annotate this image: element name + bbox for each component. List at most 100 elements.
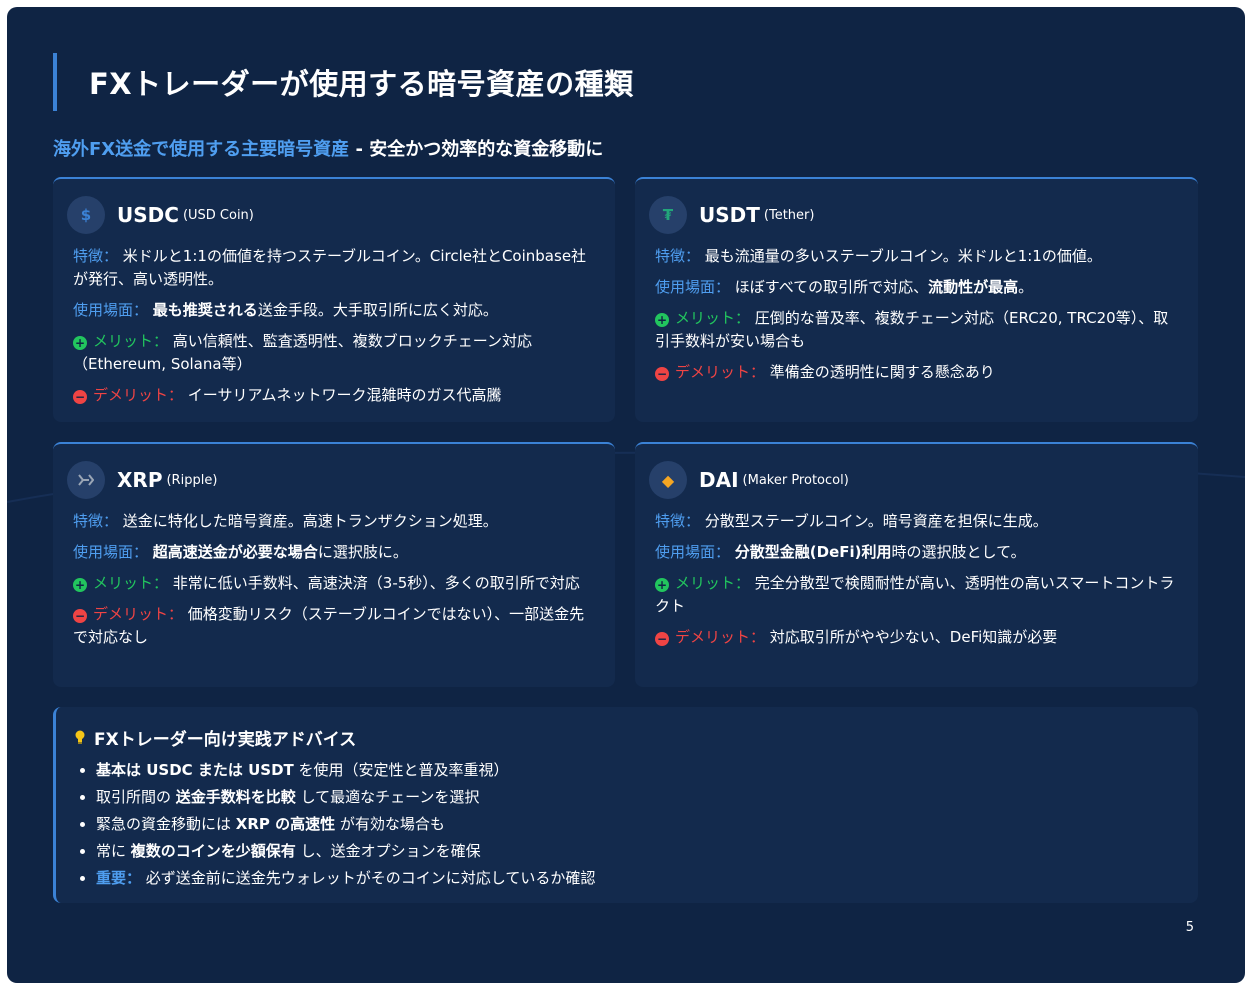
usage-bold: 超高速送金が必要な場合	[152, 543, 318, 561]
advice-box: FXトレーダー向け実践アドバイス 基本は USDC または USDT を使用（安…	[53, 707, 1198, 903]
coin-name: USDC	[117, 203, 179, 227]
feature-label: 特徴：	[655, 512, 701, 530]
advice-item: 取引所間の 送金手数料を比較 して最適なチェーンを選択	[96, 784, 1178, 811]
usage-text: ほぼすべての取引所で対応、	[734, 278, 929, 296]
feature-text: 最も流通量の多いステーブルコイン。米ドルと1:1の価値。	[704, 247, 1102, 265]
demerit-label: デメリット：	[93, 386, 184, 404]
card-header: $ USDC (USD Coin)	[67, 195, 595, 235]
advice-item-text: 取引所間の	[96, 788, 176, 806]
merit-text: 非常に低い手数料、高速決済（3-5秒）、多くの取引所で対応	[172, 574, 580, 592]
usage-row: 使用場面： ほぼすべての取引所で対応、流動性が最高。	[655, 276, 1178, 299]
minus-circle-icon: −	[73, 390, 87, 404]
advice-item: 常に 複数のコインを少額保有 し、送金オプションを確保	[96, 838, 1178, 865]
feature-row: 特徴： 米ドルと1:1の価値を持つステーブルコイン。Circle社とCoinba…	[73, 245, 595, 291]
feature-text: 分散型ステーブルコイン。暗号資産を担保に生成。	[704, 512, 1048, 530]
card-usdc: $ USDC (USD Coin) 特徴： 米ドルと1:1の価値を持つステーブル…	[53, 177, 615, 422]
advice-item-text: して最適なチェーンを選択	[295, 788, 480, 806]
subtitle-accent: 海外FX送金で使用する主要暗号資産	[53, 139, 350, 160]
subtitle-rest: - 安全かつ効率的な資金移動に	[349, 139, 604, 160]
advice-item-bold: 複数のコインを少額保有	[130, 842, 296, 860]
minus-circle-icon: −	[73, 609, 87, 623]
advice-list: 基本は USDC または USDT を使用（安定性と普及率重視） 取引所間の 送…	[74, 757, 1178, 892]
merit-row: + メリット： 高い信頼性、監査透明性、複数ブロックチェーン対応（Ethereum…	[73, 330, 595, 376]
card-xrp: XRP (Ripple) 特徴： 送金に特化した暗号資産。高速トランザクション処…	[53, 442, 615, 687]
demerit-label: デメリット：	[675, 363, 766, 381]
advice-item-important: 重要： 必ず送金前に送金先ウォレットがそのコインに対応しているか確認	[96, 865, 1178, 892]
feature-label: 特徴：	[73, 247, 119, 265]
merit-row: + メリット： 圧倒的な普及率、複数チェーン対応（ERC20, TRC20等）、取…	[655, 307, 1178, 353]
advice-item-bold: 送金手数料を比較	[175, 788, 296, 806]
coin-subname: (USD Coin)	[182, 207, 254, 223]
demerit-text: 対応取引所がやや少ない、DeFi知識が必要	[769, 628, 1058, 646]
card-header: ◆ DAI (Maker Protocol)	[649, 460, 1178, 500]
merit-label: メリット：	[93, 332, 169, 350]
minus-circle-icon: −	[655, 632, 669, 646]
feature-text: 米ドルと1:1の価値を持つステーブルコイン。Circle社とCoinbase社が…	[73, 247, 587, 288]
usage-label: 使用場面：	[655, 543, 731, 561]
usage-row: 使用場面： 超高速送金が必要な場合に選択肢に。	[73, 541, 595, 564]
card-header: XRP (Ripple)	[67, 460, 595, 500]
card-usdt: ₮ USDT (Tether) 特徴： 最も流通量の多いステーブルコイン。米ドル…	[635, 177, 1198, 422]
usage-bold: 分散型金融(DeFi)利用	[734, 543, 892, 561]
minus-circle-icon: −	[655, 367, 669, 381]
advice-title: FXトレーダー向け実践アドバイス	[94, 729, 357, 750]
advice-item-bold: 基本は USDC または USDT	[96, 761, 294, 779]
advice-item-text: を使用（安定性と普及率重視）	[293, 761, 509, 779]
demerit-label: デメリット：	[675, 628, 766, 646]
feature-row: 特徴： 送金に特化した暗号資産。高速トランザクション処理。	[73, 510, 595, 533]
feature-row: 特徴： 最も流通量の多いステーブルコイン。米ドルと1:1の価値。	[655, 245, 1178, 268]
coin-name: DAI	[699, 468, 739, 492]
card-header: ₮ USDT (Tether)	[649, 195, 1178, 235]
merit-row: + メリット： 非常に低い手数料、高速決済（3-5秒）、多くの取引所で対応	[73, 572, 595, 595]
usage-label: 使用場面：	[73, 543, 149, 561]
feature-label: 特徴：	[655, 247, 701, 265]
feature-label: 特徴：	[73, 512, 119, 530]
xrp-icon	[67, 461, 105, 499]
coin-subname: (Tether)	[763, 207, 815, 223]
demerit-label: デメリット：	[93, 605, 184, 623]
usage-text: 送金手段。大手取引所に広く対応。	[257, 301, 498, 319]
advice-item-text: 必ず送金前に送金先ウォレットがそのコインに対応しているか確認	[141, 869, 596, 887]
diamond-icon: ◆	[649, 461, 687, 499]
page-number: 5	[1185, 920, 1194, 935]
usage-label: 使用場面：	[655, 278, 731, 296]
advice-item-text: が有効な場合も	[335, 815, 445, 833]
usage-label: 使用場面：	[73, 301, 149, 319]
feature-row: 特徴： 分散型ステーブルコイン。暗号資産を担保に生成。	[655, 510, 1178, 533]
demerit-text: イーサリアムネットワーク混雑時のガス代高騰	[187, 386, 502, 404]
advice-item-bold: XRP の高速性	[235, 815, 336, 833]
title-bar: FXトレーダーが使用する暗号資産の種類	[53, 53, 634, 111]
plus-circle-icon: +	[73, 336, 87, 350]
usage-text: に選択肢に。	[317, 543, 408, 561]
usage-text: 時の選択肢として。	[891, 543, 1026, 561]
card-dai: ◆ DAI (Maker Protocol) 特徴： 分散型ステーブルコイン。暗…	[635, 442, 1198, 687]
merit-row: + メリット： 完全分散型で検閲耐性が高い、透明性の高いスマートコントラクト	[655, 572, 1178, 618]
slide: FXトレーダーが使用する暗号資産の種類 海外FX送金で使用する主要暗号資産 - …	[7, 7, 1245, 983]
demerit-text: 準備金の透明性に関する懸念あり	[769, 363, 995, 381]
xrp-glyph	[78, 474, 94, 486]
demerit-row: − デメリット： 準備金の透明性に関する懸念あり	[655, 361, 1178, 384]
advice-item-text: 緊急の資金移動には	[96, 815, 236, 833]
lightbulb-icon	[75, 730, 85, 744]
plus-circle-icon: +	[73, 578, 87, 592]
usage-text-end: 。	[1018, 278, 1034, 296]
demerit-row: − デメリット： イーサリアムネットワーク混雑時のガス代高騰	[73, 384, 595, 407]
feature-text: 送金に特化した暗号資産。高速トランザクション処理。	[122, 512, 498, 530]
usage-row: 使用場面： 分散型金融(DeFi)利用時の選択肢として。	[655, 541, 1178, 564]
plus-circle-icon: +	[655, 578, 669, 592]
advice-header: FXトレーダー向け実践アドバイス	[74, 725, 1178, 750]
demerit-row: − デメリット： 価格変動リスク（ステーブルコインではない）、一部送金先で対応なし	[73, 603, 595, 649]
page-title: FXトレーダーが使用する暗号資産の種類	[89, 67, 634, 101]
coin-name: USDT	[699, 203, 760, 227]
advice-item: 基本は USDC または USDT を使用（安定性と普及率重視）	[96, 757, 1178, 784]
coin-subname: (Maker Protocol)	[742, 472, 849, 488]
merit-label: メリット：	[93, 574, 169, 592]
advice-item-text: し、送金オプションを確保	[295, 842, 481, 860]
tether-icon: ₮	[649, 196, 687, 234]
usage-bold: 流動性が最高	[928, 278, 1019, 296]
demerit-row: − デメリット： 対応取引所がやや少ない、DeFi知識が必要	[655, 626, 1178, 649]
important-label: 重要：	[96, 869, 142, 887]
usage-bold: 最も推奨される	[152, 301, 258, 319]
advice-item: 緊急の資金移動には XRP の高速性 が有効な場合も	[96, 811, 1178, 838]
dollar-icon: $	[67, 196, 105, 234]
